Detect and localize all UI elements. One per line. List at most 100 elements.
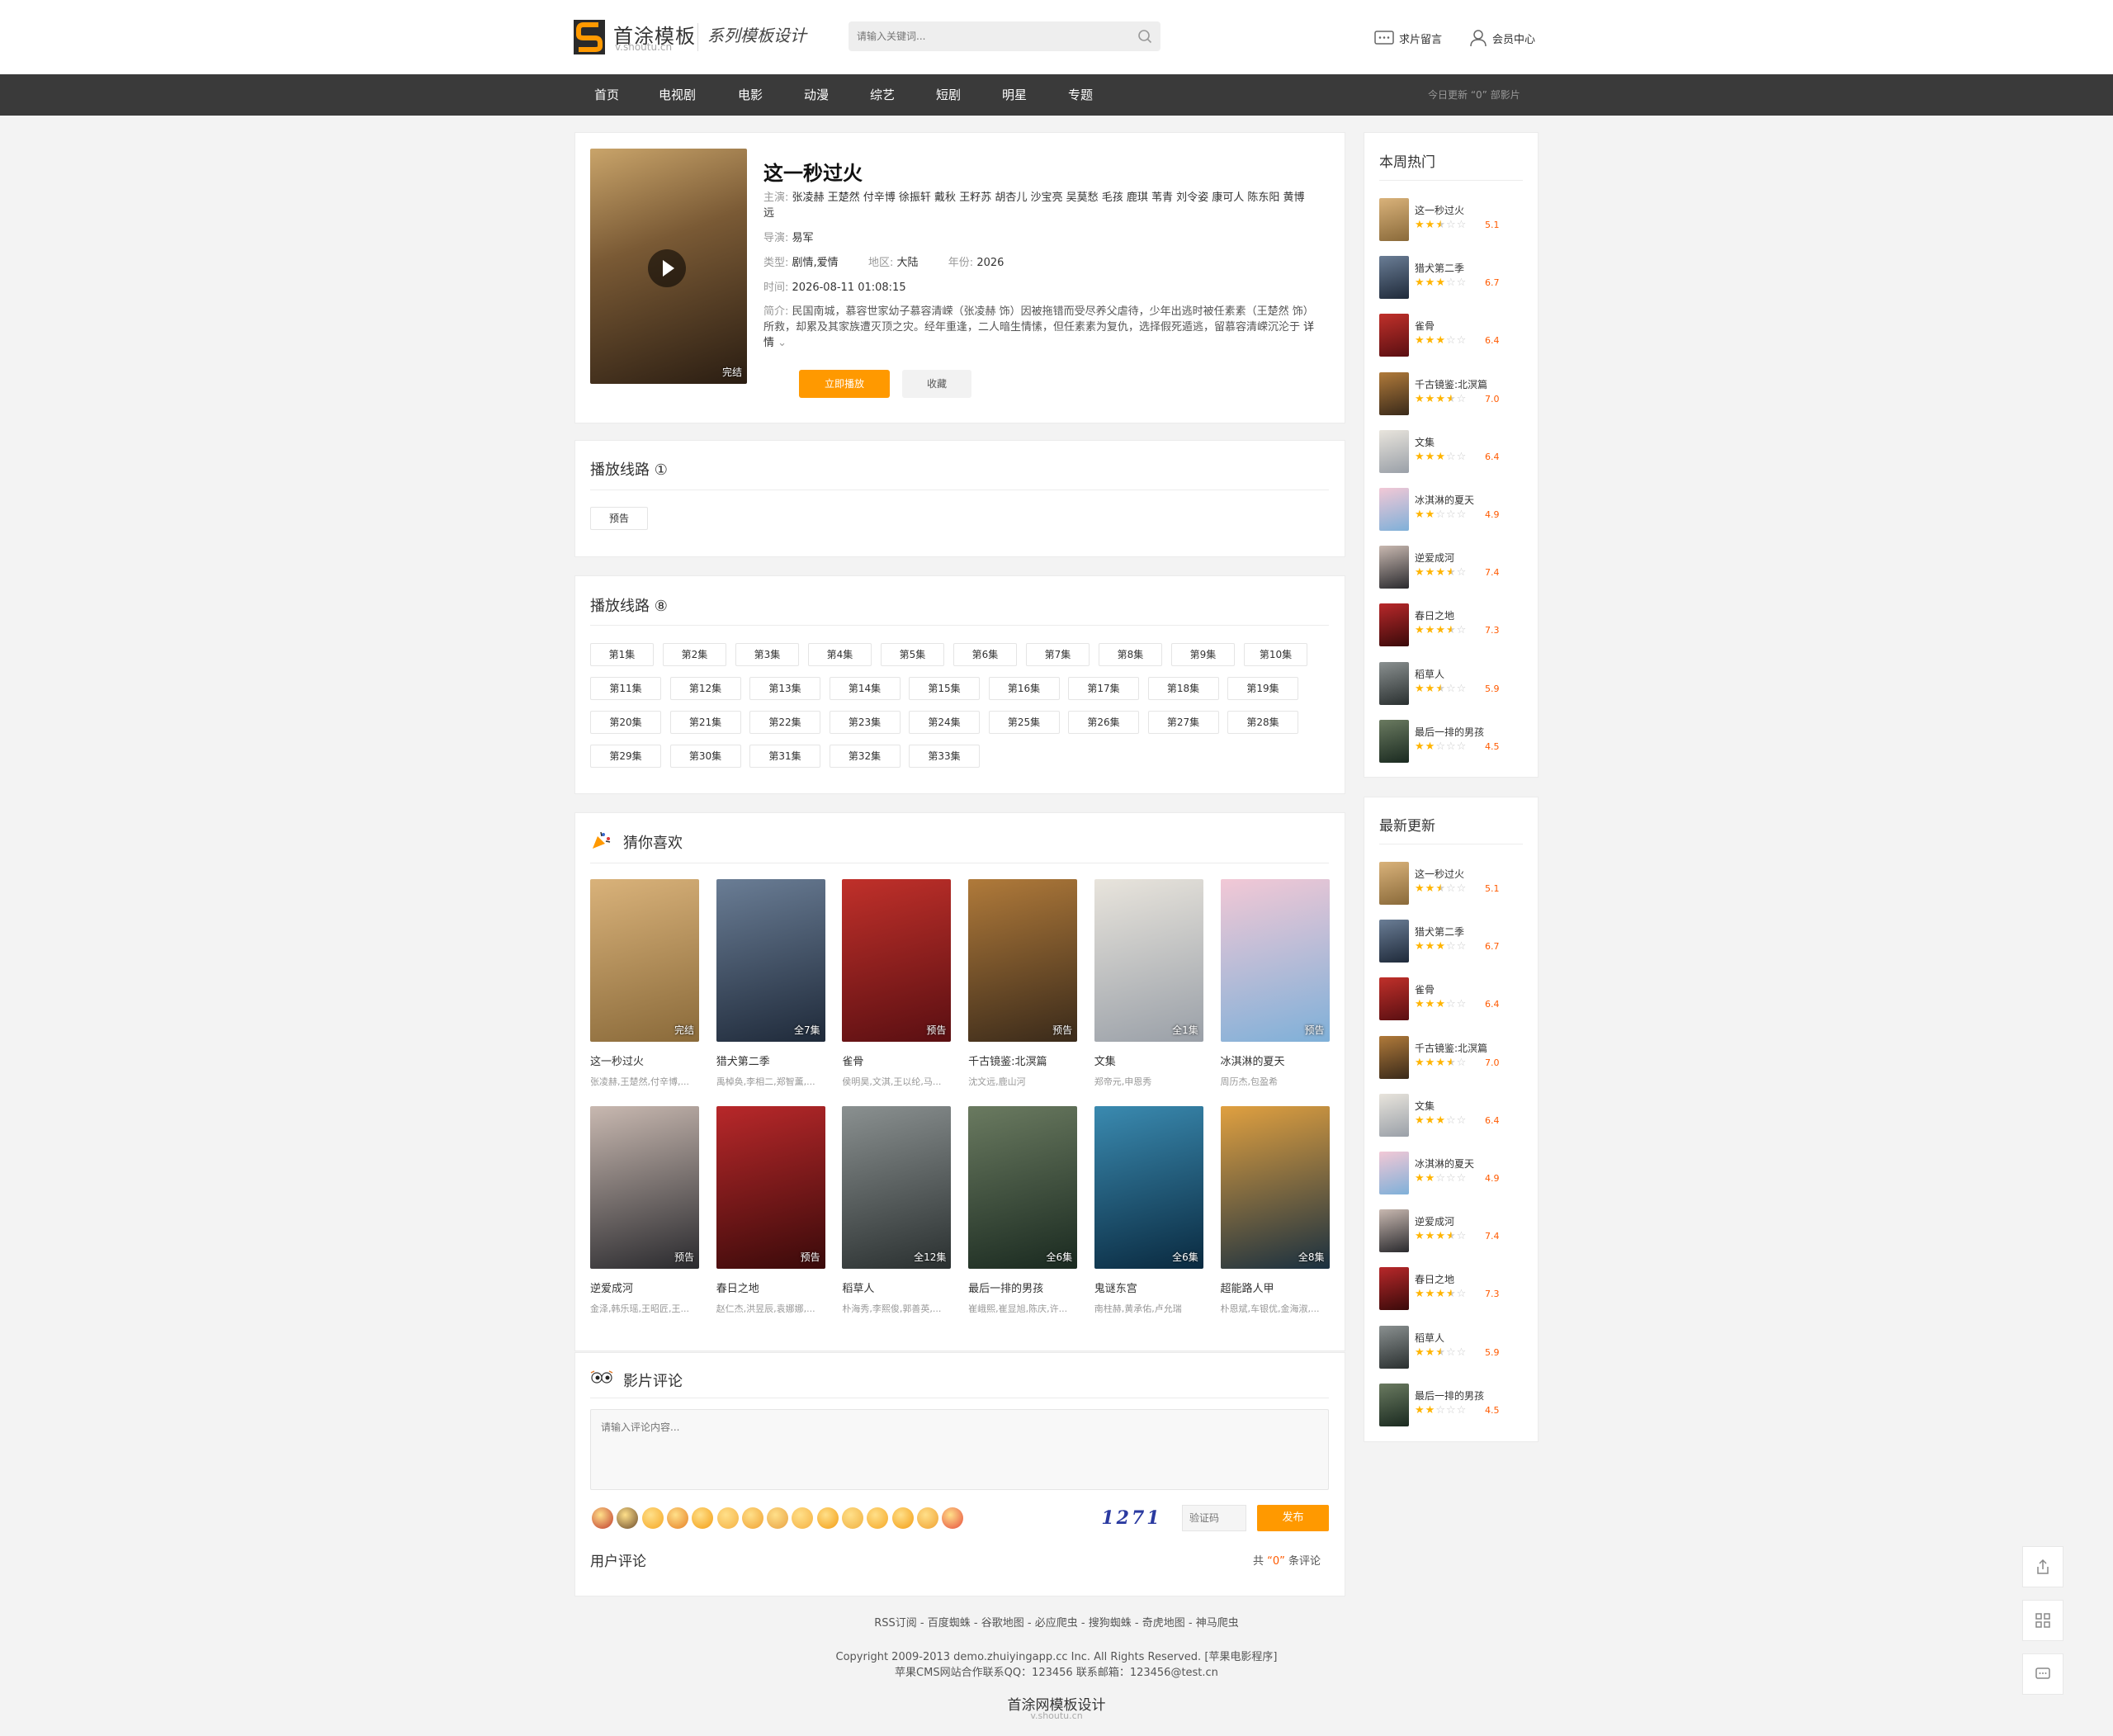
sidebar-item[interactable]: 这一秒过火 ★★★☆☆ 5.1 — [1379, 862, 1520, 905]
year-value[interactable]: 2026 — [976, 257, 1004, 269]
sidebar-thumb[interactable] — [1379, 371, 1409, 415]
sidebar-item[interactable]: 春日之地 ★★★★☆ 7.3 — [1379, 603, 1520, 647]
sidebar-item[interactable]: 猎犬第二季 ★★★☆☆ 6.7 — [1379, 256, 1520, 300]
episode-button[interactable]: 第33集 — [909, 745, 980, 768]
sidebar-item[interactable]: 稻草人 ★★★☆☆ 5.9 — [1379, 1325, 1520, 1369]
emoji-icon[interactable] — [716, 1507, 739, 1529]
episode-button[interactable]: 第3集 — [735, 643, 799, 666]
sidebar-item-title[interactable]: 文集 — [1415, 1099, 1435, 1113]
sidebar-thumb[interactable] — [1379, 920, 1409, 963]
episode-button[interactable]: 第11集 — [590, 677, 661, 700]
episode-button[interactable]: 第21集 — [669, 711, 741, 734]
recommend-title[interactable]: 文集 — [1094, 1052, 1203, 1068]
recommend-poster[interactable]: 全6集 — [1094, 1106, 1203, 1269]
sidebar-item[interactable]: 雀骨 ★★★☆☆ 6.4 — [1379, 977, 1520, 1021]
member-link[interactable]: 会员中心 — [1469, 27, 1535, 49]
favorite-button[interactable]: 收藏 — [902, 370, 971, 398]
sidebar-thumb[interactable] — [1379, 314, 1409, 357]
recommend-poster[interactable]: 预告 — [590, 1106, 699, 1269]
recommend-poster[interactable]: 全7集 — [716, 879, 825, 1042]
sidebar-item-title[interactable]: 最后一排的男孩 — [1415, 1388, 1484, 1403]
emoji-icon[interactable] — [741, 1507, 763, 1529]
nav-item-anime[interactable]: 动漫 — [804, 74, 829, 116]
sidebar-item-title[interactable]: 猎犬第二季 — [1415, 925, 1464, 939]
sidebar-thumb[interactable] — [1379, 603, 1409, 647]
sidebar-item[interactable]: 猎犬第二季 ★★★☆☆ 6.7 — [1379, 920, 1520, 963]
emoji-icon[interactable] — [891, 1507, 914, 1529]
nav-item-variety[interactable]: 综艺 — [870, 74, 895, 116]
sidebar-item[interactable]: 这一秒过火 ★★★☆☆ 5.1 — [1379, 198, 1520, 241]
episode-button[interactable]: 第28集 — [1227, 711, 1298, 734]
emoji-icon[interactable] — [916, 1507, 938, 1529]
sidebar-thumb[interactable] — [1379, 1093, 1409, 1137]
captcha-input[interactable] — [1182, 1505, 1246, 1531]
episode-button[interactable]: 第5集 — [881, 643, 944, 666]
recommend-poster[interactable]: 全6集 — [968, 1106, 1078, 1269]
sidebar-item[interactable]: 文集 ★★★☆☆ 6.4 — [1379, 429, 1520, 473]
sidebar-item[interactable]: 雀骨 ★★★☆☆ 6.4 — [1379, 314, 1520, 357]
feedback-button[interactable] — [2022, 1653, 2063, 1695]
nav-item-star[interactable]: 明星 — [1002, 74, 1027, 116]
emoji-icon[interactable] — [842, 1507, 863, 1529]
emoji-icon[interactable] — [942, 1507, 964, 1529]
recommend-poster[interactable]: 预告 — [968, 879, 1078, 1042]
recommend-poster[interactable]: 预告 — [842, 879, 952, 1042]
footer-link[interactable]: 谷歌地图 — [981, 1617, 1024, 1630]
sidebar-item-title[interactable]: 千古镜鉴:北溟篇 — [1415, 1041, 1487, 1055]
footer-link[interactable]: 神马爬虫 — [1196, 1617, 1239, 1630]
post-comment-button[interactable]: 发布 — [1257, 1505, 1329, 1531]
sidebar-item-title[interactable]: 雀骨 — [1415, 982, 1435, 996]
episode-button[interactable]: 第18集 — [1147, 677, 1219, 700]
sidebar-item[interactable]: 冰淇淋的夏天 ★★☆☆☆ 4.9 — [1379, 1152, 1520, 1194]
recommend-poster[interactable]: 预告 — [1220, 879, 1330, 1042]
emoji-icon[interactable] — [666, 1507, 688, 1529]
recommend-title[interactable]: 最后一排的男孩 — [968, 1280, 1077, 1295]
play-icon[interactable] — [648, 249, 686, 287]
search-input[interactable] — [849, 21, 1121, 51]
footer-link[interactable]: 必应爬虫 — [1035, 1617, 1078, 1630]
sidebar-item-title[interactable]: 猎犬第二季 — [1415, 261, 1464, 275]
sidebar-thumb[interactable] — [1379, 1267, 1409, 1311]
recommend-poster[interactable]: 全8集 — [1220, 1106, 1330, 1269]
search-icon[interactable] — [1137, 29, 1152, 44]
sidebar-thumb[interactable] — [1379, 546, 1409, 589]
episode-button[interactable]: 第29集 — [590, 745, 661, 768]
episode-button[interactable]: 第26集 — [1068, 711, 1139, 734]
sidebar-item-title[interactable]: 稻草人 — [1415, 667, 1444, 681]
episode-button[interactable]: 第8集 — [1099, 643, 1162, 666]
episode-button[interactable]: 第10集 — [1244, 643, 1307, 666]
episode-button[interactable]: 第25集 — [988, 711, 1060, 734]
nav-item-short[interactable]: 短剧 — [936, 74, 961, 116]
chevron-down-icon[interactable]: ⌄ — [774, 337, 787, 349]
recommend-title[interactable]: 稻草人 — [842, 1280, 951, 1295]
nav-item-tv[interactable]: 电视剧 — [659, 74, 696, 116]
sidebar-thumb[interactable] — [1379, 1383, 1409, 1426]
sidebar-thumb[interactable] — [1379, 256, 1409, 300]
sidebar-thumb[interactable] — [1379, 1035, 1409, 1079]
recommend-poster[interactable]: 完结 — [590, 879, 699, 1042]
recommend-title[interactable]: 超能路人甲 — [1221, 1280, 1330, 1295]
captcha-image[interactable]: 1271 — [1092, 1505, 1171, 1531]
emoji-icon[interactable] — [692, 1507, 714, 1529]
sidebar-item[interactable]: 逆爱成河 ★★★★☆ 7.4 — [1379, 546, 1520, 589]
episode-button[interactable]: 第16集 — [988, 677, 1060, 700]
sidebar-thumb[interactable] — [1379, 661, 1409, 705]
sidebar-item[interactable]: 最后一排的男孩 ★★☆☆☆ 4.5 — [1379, 1383, 1520, 1426]
recommend-title[interactable]: 春日之地 — [716, 1280, 825, 1295]
recommend-title[interactable]: 冰淇淋的夏天 — [1221, 1052, 1330, 1068]
recommend-title[interactable]: 鬼谜东宫 — [1094, 1280, 1203, 1295]
nav-item-topic[interactable]: 专题 — [1068, 74, 1093, 116]
episode-button[interactable]: 第27集 — [1147, 711, 1219, 734]
episode-button[interactable]: 第1集 — [590, 643, 654, 666]
sidebar-thumb[interactable] — [1379, 862, 1409, 905]
episode-button[interactable]: 第15集 — [909, 677, 980, 700]
region-value[interactable]: 大陆 — [896, 257, 918, 269]
footer-link[interactable]: RSS订阅 — [874, 1617, 917, 1630]
episode-button[interactable]: 第9集 — [1171, 643, 1235, 666]
episode-button[interactable]: 第24集 — [909, 711, 980, 734]
sidebar-item[interactable]: 冰淇淋的夏天 ★★☆☆☆ 4.9 — [1379, 488, 1520, 531]
recommend-title[interactable]: 雀骨 — [842, 1052, 951, 1068]
episode-button[interactable]: 第14集 — [829, 677, 901, 700]
recommend-title[interactable]: 猎犬第二季 — [716, 1052, 825, 1068]
footer-link[interactable]: 奇虎地图 — [1142, 1617, 1185, 1630]
